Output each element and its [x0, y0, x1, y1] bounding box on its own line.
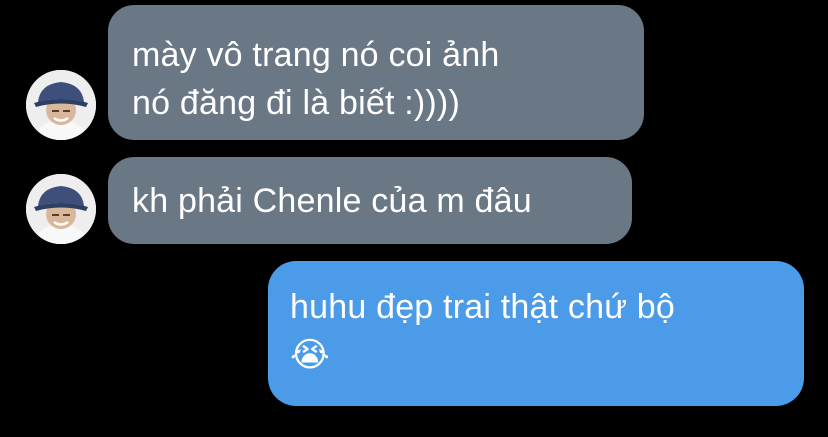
loudly-crying-face-icon: 😭	[290, 335, 330, 375]
message-bubble-incoming[interactable]: mày vô trang nó coi ảnh nó đăng đi là bi…	[108, 5, 644, 140]
avatar[interactable]	[26, 70, 96, 140]
message-text-line: 😭	[290, 331, 782, 379]
message-text: mày vô trang nó coi ảnh	[132, 36, 500, 74]
user-avatar-icon	[26, 174, 96, 244]
message-text: nó đăng đi là biết :))))	[132, 84, 460, 122]
message-text: kh phải Chenle của m đâu	[132, 182, 532, 220]
message-bubble-incoming[interactable]: kh phải Chenle của m đâu	[108, 157, 632, 244]
message-text: huhu đẹp trai thật chứ bộ	[290, 288, 676, 326]
avatar[interactable]	[26, 174, 96, 244]
user-avatar-icon	[26, 70, 96, 140]
message-bubble-outgoing[interactable]: huhu đẹp trai thật chứ bộ 😭	[268, 261, 804, 406]
